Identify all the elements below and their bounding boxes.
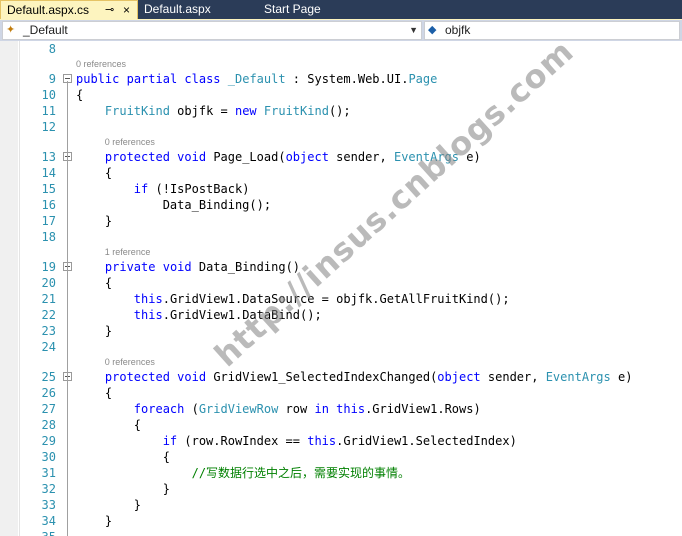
pin-icon[interactable]: ⊸ xyxy=(105,1,114,19)
line-number: 14 xyxy=(41,166,56,180)
line-number: 8 xyxy=(48,42,56,56)
code-text: { xyxy=(76,88,84,102)
code-line[interactable]: 15 if (!IsPostBack) xyxy=(0,181,682,197)
code-line[interactable]: 29 if (row.RowIndex == this.GridView1.Se… xyxy=(0,433,682,449)
code-text: } xyxy=(76,482,170,496)
class-icon: ✦ xyxy=(6,24,16,36)
close-icon[interactable]: × xyxy=(123,1,130,19)
code-line[interactable]: 27 foreach (GridViewRow row in this.Grid… xyxy=(0,401,682,417)
tab-start-page[interactable]: Start Page xyxy=(258,0,368,19)
code-text: { xyxy=(76,276,113,290)
code-line[interactable]: 22 this.GridView1.DataBind(); xyxy=(0,307,682,323)
code-text: } xyxy=(76,214,113,228)
code-text: } xyxy=(76,514,113,528)
code-line[interactable]: 21 this.GridView1.DataSource = objfk.Get… xyxy=(0,291,682,307)
line-number: 29 xyxy=(41,434,56,448)
line-number: 19 xyxy=(41,260,56,274)
code-text: { xyxy=(76,386,113,400)
code-line[interactable]: 25 protected void GridView1_SelectedInde… xyxy=(0,369,682,385)
line-number: 31 xyxy=(41,466,56,480)
code-line[interactable]: 20 { xyxy=(0,275,682,291)
code-line[interactable]: 33 } xyxy=(0,497,682,513)
line-number: 13 xyxy=(41,150,56,164)
code-text: { xyxy=(76,418,142,432)
line-number: 33 xyxy=(41,498,56,512)
line-number: 25 xyxy=(41,370,56,384)
code-text: { xyxy=(76,166,113,180)
code-text: if (row.RowIndex == this.GridView1.Selec… xyxy=(162,434,517,448)
line-number: 18 xyxy=(41,230,56,244)
code-lens-references[interactable]: 0 references xyxy=(76,58,126,70)
code-lens-references[interactable]: 0 references xyxy=(105,136,155,148)
code-line[interactable]: 16 Data_Binding(); xyxy=(0,197,682,213)
code-line[interactable]: 11 FruitKind objfk = new FruitKind(); xyxy=(0,103,682,119)
line-number: 24 xyxy=(41,340,56,354)
code-line[interactable]: 30 { xyxy=(0,449,682,465)
code-text: foreach (GridViewRow row in this.GridVie… xyxy=(133,402,481,416)
tab-label: Default.aspx xyxy=(144,2,211,16)
code-line[interactable]: 31 //写数据行选中之后，需要实现的事情。 xyxy=(0,465,682,481)
field-icon: ◆ xyxy=(428,24,437,36)
code-line[interactable]: 24 xyxy=(0,339,682,355)
code-line[interactable]: 13 protected void Page_Load(object sende… xyxy=(0,149,682,165)
code-line[interactable]: 32 } xyxy=(0,481,682,497)
code-line[interactable]: 34 } xyxy=(0,513,682,529)
code-text: if (!IsPostBack) xyxy=(133,182,250,196)
code-text: //写数据行选中之后，需要实现的事情。 xyxy=(191,466,411,480)
code-lens-references[interactable]: 1 reference xyxy=(105,246,151,258)
code-line[interactable]: 28 { xyxy=(0,417,682,433)
line-number: 9 xyxy=(48,72,56,86)
code-editor[interactable]: 8 0 references 9 public partial class _Defa… xyxy=(0,41,682,536)
code-line[interactable]: 14 { xyxy=(0,165,682,181)
code-line[interactable]: 8 xyxy=(0,41,682,57)
type-dropdown[interactable]: ✦ _Default ▼ xyxy=(2,21,422,40)
member-dropdown[interactable]: ◆ objfk xyxy=(424,21,680,40)
tab-default-aspx[interactable]: Default.aspx xyxy=(138,0,258,19)
code-text: private void Data_Binding() xyxy=(104,260,301,274)
code-text: } xyxy=(76,498,142,512)
navigation-bar: ✦ _Default ▼ ◆ objfk xyxy=(0,20,682,41)
line-number: 23 xyxy=(41,324,56,338)
code-text: Data_Binding(); xyxy=(162,198,272,212)
line-number: 26 xyxy=(41,386,56,400)
code-line[interactable]: 35 xyxy=(0,529,682,536)
line-number: 15 xyxy=(41,182,56,196)
line-number: 30 xyxy=(41,450,56,464)
line-number: 35 xyxy=(20,529,56,536)
tab-label: Start Page xyxy=(264,2,321,16)
line-number: 27 xyxy=(41,402,56,416)
document-tab-strip: Default.aspx.cs ⊸ × Default.aspx Start P… xyxy=(0,0,682,19)
line-number: 10 xyxy=(41,88,56,102)
outlining-guide xyxy=(67,81,68,536)
line-number: 16 xyxy=(41,198,56,212)
line-number: 34 xyxy=(41,514,56,528)
code-text: { xyxy=(76,450,170,464)
code-text: public partial class _Default : System.W… xyxy=(76,72,438,86)
code-lens-references[interactable]: 0 references xyxy=(105,356,155,368)
line-number: 12 xyxy=(41,120,56,134)
code-text: protected void GridView1_SelectedIndexCh… xyxy=(104,370,633,384)
line-number: 11 xyxy=(41,104,56,118)
code-text: } xyxy=(76,324,113,338)
line-number: 22 xyxy=(41,308,56,322)
code-line[interactable]: 12 xyxy=(0,119,682,135)
line-number: 17 xyxy=(41,214,56,228)
code-line[interactable]: 10 { xyxy=(0,87,682,103)
type-dropdown-value: _Default xyxy=(23,23,68,37)
code-text: FruitKind objfk = new FruitKind(); xyxy=(104,104,351,118)
line-number: 20 xyxy=(41,276,56,290)
member-dropdown-value: objfk xyxy=(445,23,471,37)
code-line[interactable]: 23 } xyxy=(0,323,682,339)
line-number: 28 xyxy=(41,418,56,432)
line-number: 32 xyxy=(41,482,56,496)
tab-default-aspx-cs[interactable]: Default.aspx.cs ⊸ × xyxy=(0,0,138,19)
tab-label: Default.aspx.cs xyxy=(7,3,90,17)
code-line[interactable]: 26 { xyxy=(0,385,682,401)
code-line[interactable]: 9 public partial class _Default : System.… xyxy=(0,71,682,87)
chevron-down-icon: ▼ xyxy=(409,25,418,35)
line-number: 21 xyxy=(41,292,56,306)
